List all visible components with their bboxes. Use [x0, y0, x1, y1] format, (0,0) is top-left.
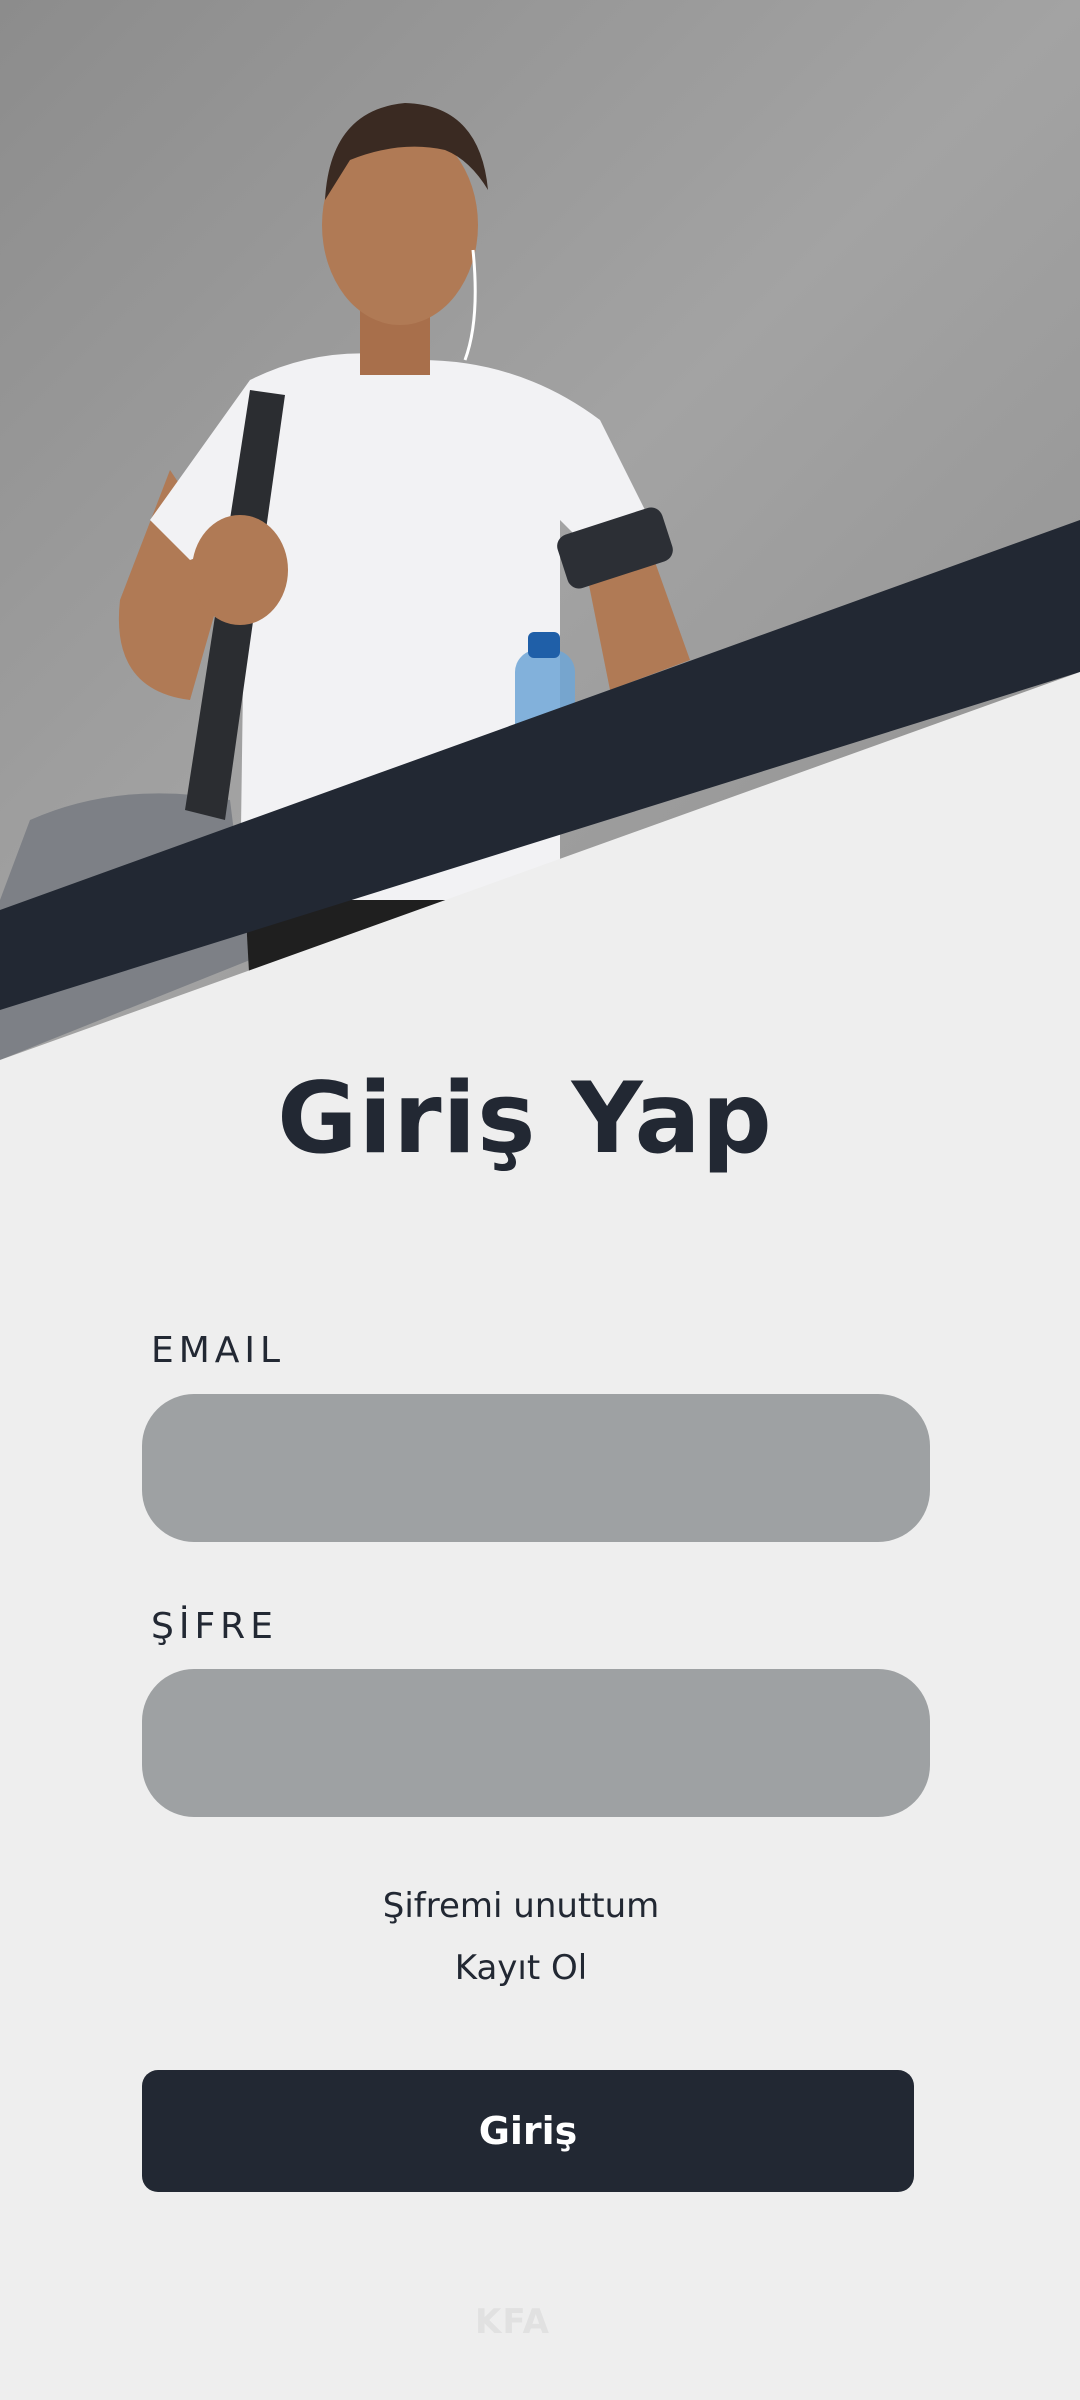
- login-button[interactable]: Giriş: [142, 2070, 914, 2192]
- email-label: EMAIL: [151, 1330, 286, 1371]
- password-label: ŞİFRE: [151, 1606, 278, 1647]
- page-title: Giriş Yap: [277, 1062, 773, 1176]
- forgot-password-link[interactable]: Şifremi unuttum: [0, 1886, 1042, 1926]
- email-field[interactable]: [142, 1394, 930, 1542]
- password-field[interactable]: [142, 1669, 930, 1817]
- hero-illustration: [0, 0, 1080, 1070]
- hero-image: [0, 0, 1080, 1070]
- register-link[interactable]: Kayıt Ol: [0, 1948, 1042, 1988]
- footer-brand: KFA: [475, 2302, 550, 2342]
